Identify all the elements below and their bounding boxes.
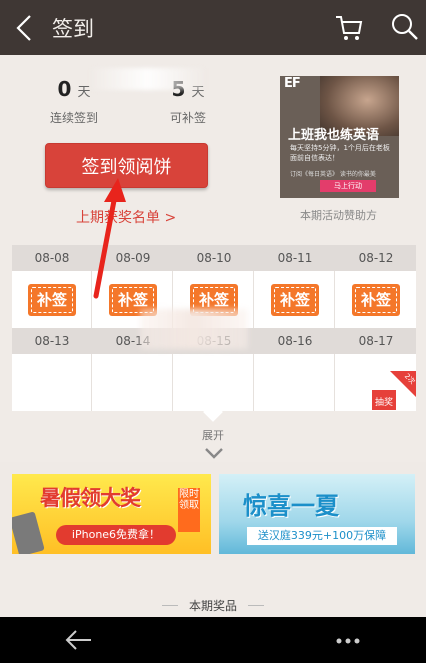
date-label: 08-17 bbox=[358, 334, 394, 348]
annotation-arrow bbox=[93, 178, 126, 299]
day-cell: 补签 bbox=[255, 271, 335, 328]
makeup-signin-button[interactable]: 补签 bbox=[28, 284, 76, 316]
summer-surprise-banner[interactable]: 惊喜一夏 送汉庭339元+100万保障 bbox=[219, 474, 415, 554]
nav-more-icon[interactable] bbox=[336, 638, 360, 644]
blurred-region bbox=[140, 309, 248, 349]
date-header-row-1: 08-08 08-09 08-10 08-11 08-12 bbox=[12, 245, 416, 271]
gift-icon: 抽奖 bbox=[371, 389, 397, 411]
banner2-subtitle: 送汉庭339元+100万保障 bbox=[247, 527, 397, 545]
promo-banners: 暑假领大奖 限时领取 iPhone6免费拿！ 惊喜一夏 送汉庭339元+100万… bbox=[0, 462, 426, 560]
consecutive-days-value: 0 bbox=[57, 77, 72, 101]
expand-label[interactable]: 展开 bbox=[0, 427, 426, 443]
summer-prize-banner[interactable]: 暑假领大奖 限时领取 iPhone6免费拿！ bbox=[12, 474, 211, 554]
day-cell bbox=[255, 354, 335, 411]
divider bbox=[248, 605, 264, 606]
makeup-signin-button[interactable]: 补签 bbox=[352, 284, 400, 316]
back-arrow-icon[interactable] bbox=[12, 14, 36, 42]
system-nav-bar bbox=[0, 617, 426, 663]
banner2-title: 惊喜一夏 bbox=[243, 492, 339, 520]
makeup-days-label: 可补签 bbox=[169, 111, 206, 125]
date-label: 08-13 bbox=[34, 334, 70, 348]
nav-back-icon[interactable] bbox=[64, 629, 94, 651]
date-label: 08-12 bbox=[358, 251, 394, 265]
banner1-tag: 限时领取 bbox=[178, 488, 200, 532]
banner1-title: 暑假领大奖 bbox=[40, 486, 141, 510]
blurred-region bbox=[90, 68, 204, 90]
ad-title: 上班我也练英语 bbox=[288, 128, 380, 143]
ad-tagline: 订阅《每日英语》 读书的你最美 bbox=[290, 171, 376, 178]
day-cell: 补签 bbox=[12, 271, 92, 328]
day-cell bbox=[12, 354, 92, 411]
day-cell: 补签 bbox=[336, 271, 416, 328]
page-title: 签到 bbox=[52, 17, 94, 41]
date-label: 08-11 bbox=[277, 251, 313, 265]
consecutive-days-unit: 天 bbox=[77, 85, 91, 100]
search-icon[interactable] bbox=[390, 12, 420, 42]
date-label: 08-16 bbox=[277, 334, 313, 348]
banner1-subtitle: iPhone6免费拿！ bbox=[56, 525, 176, 545]
makeup-signin-button[interactable]: 补签 bbox=[271, 284, 319, 316]
ad-go-button[interactable]: 马上行动 bbox=[320, 180, 376, 192]
day-cell: 2次 抽奖 bbox=[336, 354, 416, 411]
current-prizes-heading: 本期奖品 bbox=[188, 599, 237, 613]
ad-subtitle: 每天坚持5分钟，1个月后在老板面前自信表达！ bbox=[290, 144, 390, 162]
ef-logo: EF bbox=[284, 76, 301, 91]
lottery-gift[interactable]: 2次 抽奖 bbox=[361, 371, 416, 411]
top-app-bar: 签到 bbox=[0, 0, 426, 55]
day-cell bbox=[93, 354, 173, 411]
date-label: 08-08 bbox=[34, 251, 70, 265]
chevron-down-icon[interactable] bbox=[204, 447, 224, 459]
sponsor-ad-banner[interactable]: EF 上班我也练英语 每天坚持5分钟，1个月后在老板面前自信表达！ 订阅《每日英… bbox=[280, 76, 399, 198]
date-label: 08-10 bbox=[196, 251, 232, 265]
phone-image bbox=[12, 511, 45, 554]
sponsor-label: 本期活动赞助方 bbox=[300, 209, 377, 222]
consecutive-days-label: 连续签到 bbox=[49, 111, 98, 125]
cart-icon[interactable] bbox=[334, 14, 364, 42]
